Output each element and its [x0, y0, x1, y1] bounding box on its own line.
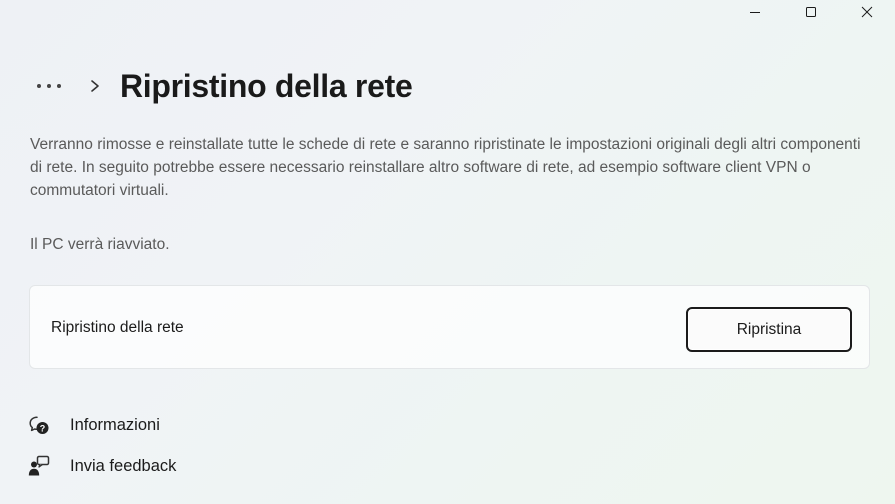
maximize-button[interactable] [783, 0, 839, 24]
maximize-icon [806, 7, 816, 17]
info-link-label: Informazioni [70, 415, 160, 434]
svg-text:?: ? [40, 423, 46, 433]
window-controls [727, 0, 895, 24]
feedback-icon [28, 455, 50, 477]
minimize-icon [750, 12, 760, 13]
chevron-right-icon [88, 79, 102, 93]
page-title: Ripristino della rete [120, 67, 413, 104]
help-chat-icon: ? [28, 414, 50, 436]
breadcrumb-more-button[interactable] [32, 72, 68, 100]
reset-button[interactable]: Ripristina [686, 307, 852, 352]
close-icon [861, 6, 873, 18]
reset-card: Ripristino della rete Ripristina [29, 285, 870, 369]
description-text: Verranno rimosse e reinstallate tutte le… [30, 136, 861, 199]
more-horizontal-icon [37, 84, 61, 88]
info-link[interactable]: ? Informazioni [28, 414, 160, 436]
reset-card-label: Ripristino della rete [51, 319, 184, 336]
feedback-link-label: Invia feedback [70, 456, 177, 475]
minimize-button[interactable] [727, 0, 783, 24]
restart-note: Il PC verrà riavviato. [30, 236, 170, 253]
close-button[interactable] [839, 0, 895, 24]
breadcrumb: Ripristino della rete [32, 64, 413, 108]
feedback-link[interactable]: Invia feedback [28, 455, 176, 477]
